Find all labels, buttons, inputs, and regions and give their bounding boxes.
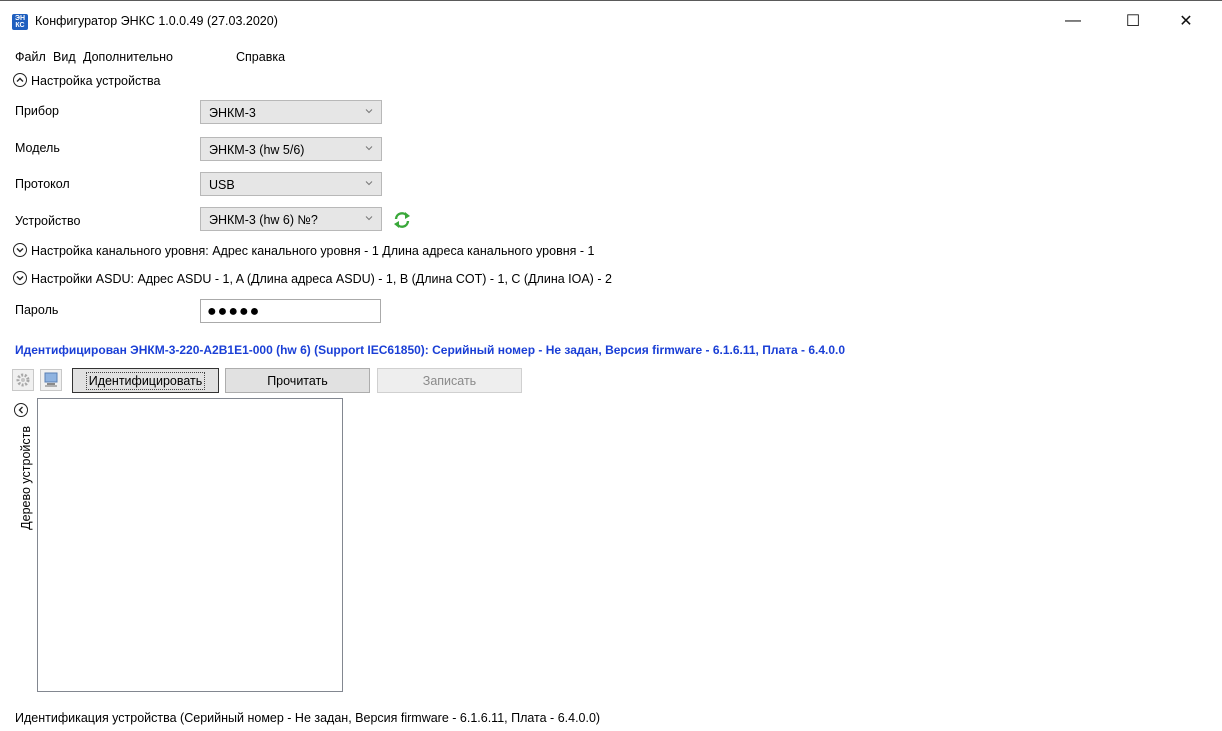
port-label: Устройство — [15, 214, 81, 228]
menu-view[interactable]: Вид — [53, 50, 76, 64]
port-select-value: ЭНКМ-3 (hw 6) №? — [209, 213, 318, 227]
refresh-icon[interactable] — [393, 211, 411, 229]
chevron-down-icon — [365, 216, 373, 221]
protocol-label: Протокол — [15, 177, 70, 191]
menu-file[interactable]: Файл — [15, 50, 46, 64]
minimize-button[interactable]: — — [1050, 0, 1096, 42]
asdu-expander[interactable]: Настройки ASDU: Адрес ASDU - 1, A (Длина… — [31, 272, 612, 286]
protocol-select-value: USB — [209, 178, 235, 192]
expand-icon[interactable] — [13, 243, 27, 257]
model-label: Модель — [15, 141, 60, 155]
menu-extra[interactable]: Дополнительно — [83, 50, 173, 64]
identified-status: Идентифицирован ЭНКМ-3-220-A2B1E1-000 (h… — [15, 343, 846, 357]
collapse-left-icon[interactable] — [14, 403, 28, 417]
computer-icon[interactable] — [40, 369, 62, 391]
channel-level-expander[interactable]: Настройка канального уровня: Адрес канал… — [31, 244, 594, 258]
write-button[interactable]: Записать — [377, 368, 522, 393]
model-select[interactable]: ЭНКМ-3 (hw 5/6) — [200, 137, 382, 161]
device-label: Прибор — [15, 104, 59, 118]
device-settings-expander[interactable]: Настройка устройства — [31, 74, 160, 88]
identify-button[interactable]: Идентифицировать — [72, 368, 219, 393]
status-bar: Идентификация устройства (Серийный номер… — [15, 711, 601, 725]
close-button[interactable]: ✕ — [1163, 0, 1209, 42]
chevron-down-icon — [365, 109, 373, 114]
model-select-value: ЭНКМ-3 (hw 5/6) — [209, 143, 305, 157]
menu-help[interactable]: Справка — [236, 50, 285, 64]
password-label: Пароль — [15, 303, 59, 317]
device-tree-label: Дерево устройств — [19, 426, 33, 530]
device-tree[interactable] — [37, 398, 343, 692]
device-tree-tab[interactable]: Дерево устройств — [16, 426, 36, 576]
chevron-down-icon — [365, 181, 373, 186]
chevron-down-icon — [365, 146, 373, 151]
app-logo-icon: ЭН КС — [12, 14, 28, 30]
port-select[interactable]: ЭНКМ-3 (hw 6) №? — [200, 207, 382, 231]
settings-gear-icon[interactable] — [12, 369, 34, 391]
password-value: ●●●●● — [207, 303, 261, 320]
expand-icon[interactable] — [13, 271, 27, 285]
maximize-button[interactable]: ☐ — [1110, 0, 1156, 42]
read-button[interactable]: Прочитать — [225, 368, 370, 393]
device-select-value: ЭНКМ-3 — [209, 106, 256, 120]
identify-button-label: Идентифицировать — [85, 371, 206, 390]
window-title: Конфигуратор ЭНКС 1.0.0.49 (27.03.2020) — [35, 14, 278, 28]
collapse-icon[interactable] — [13, 73, 27, 87]
password-field[interactable]: ●●●●● — [200, 299, 381, 323]
protocol-select[interactable]: USB — [200, 172, 382, 196]
device-select[interactable]: ЭНКМ-3 — [200, 100, 382, 124]
